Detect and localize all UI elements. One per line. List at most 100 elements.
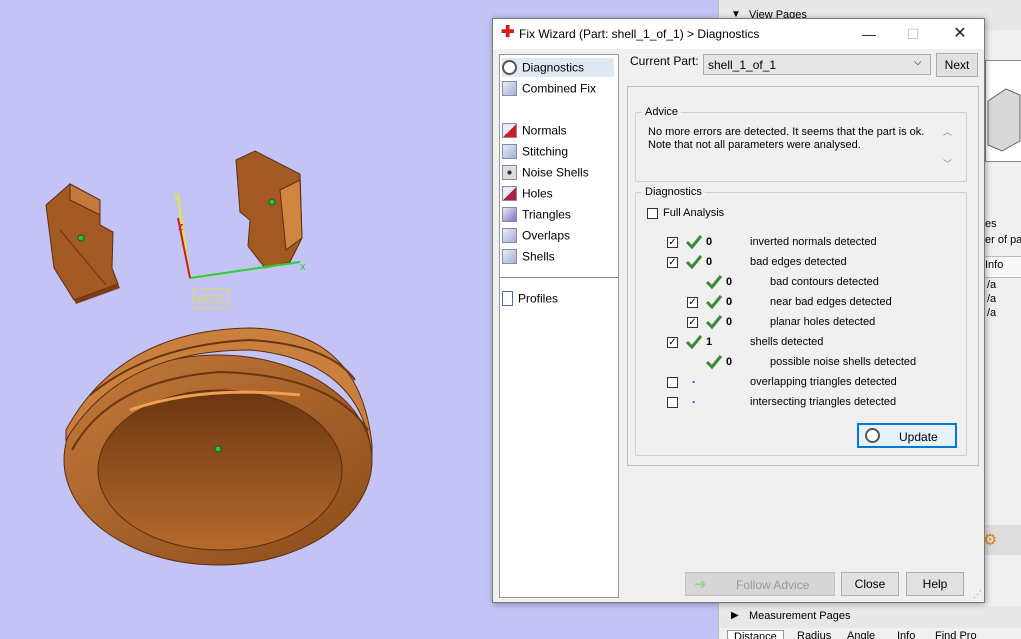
measurement-pages-header[interactable]: ▶ Measurement Pages	[719, 606, 1021, 628]
nav-normals[interactable]: Normals	[502, 121, 614, 140]
combined-fix-icon	[502, 81, 517, 97]
part-piece-left[interactable]	[45, 183, 120, 304]
checkmark-icon	[705, 275, 723, 290]
count-planar-holes: 0	[726, 316, 733, 328]
stitching-icon	[502, 144, 517, 160]
checkmark-icon	[685, 255, 703, 270]
follow-advice-button[interactable]: ➜ Follow Advice	[685, 572, 835, 596]
shells-icon	[502, 249, 517, 265]
scroll-up-icon[interactable]: ︿	[943, 125, 952, 138]
advice-text-line-2: Note that not all parameters were analys…	[648, 139, 861, 151]
panel-text-er: er of pa	[985, 234, 1021, 246]
expand-arrow-icon[interactable]: ▶	[731, 610, 739, 621]
scroll-down-icon[interactable]: ﹀	[943, 157, 952, 170]
check-shells[interactable]: ✓	[667, 337, 678, 348]
wcs-label: WCS	[195, 292, 223, 306]
tab-info[interactable]: Info	[897, 630, 915, 639]
tab-find-pro[interactable]: Find Pro	[935, 630, 977, 639]
check-inverted-normals[interactable]: ✓	[667, 237, 678, 248]
label-planar-holes: planar holes detected	[770, 316, 876, 328]
resize-grip-icon[interactable]: ⋰	[973, 589, 982, 600]
nav-divider	[500, 277, 618, 278]
axis-z-label: z	[178, 221, 184, 233]
na-value-1: /a	[987, 279, 997, 291]
pending-dot-icon: ·	[692, 395, 696, 409]
checkmark-icon	[705, 355, 723, 370]
checkmark-icon	[705, 295, 723, 310]
maximize-button[interactable]: ☐	[891, 19, 935, 49]
full-analysis-checkbox[interactable]	[647, 208, 658, 219]
title-bar[interactable]: ✚ Fix Wizard (Part: shell_1_of_1) > Diag…	[493, 19, 984, 49]
axis-x-label: x	[300, 261, 306, 273]
measurement-tabs: Distance Radius Angle Info Find Pro	[725, 628, 1021, 639]
panel-text-es: es	[985, 218, 997, 230]
nav-noise-shells[interactable]: Noise Shells	[502, 163, 614, 182]
check-intersecting-triangles[interactable]	[667, 397, 678, 408]
nav-holes[interactable]: Holes	[502, 184, 614, 203]
cube-icon	[987, 88, 1021, 152]
normals-icon	[502, 123, 517, 139]
na-value-3: /a	[987, 307, 997, 319]
noise-shells-icon	[502, 165, 517, 181]
count-noise-shells: 0	[726, 356, 733, 368]
nav-shells[interactable]: Shells	[502, 247, 614, 266]
label-intersecting-triangles: intersecting triangles detected	[750, 396, 897, 408]
tab-radius[interactable]: Radius	[797, 630, 831, 639]
magnifier-icon	[502, 60, 517, 76]
nav-stitching[interactable]: Stitching	[502, 142, 614, 161]
nav-overlaps[interactable]: Overlaps	[502, 226, 614, 245]
update-label: Update	[899, 430, 938, 444]
count-near-bad-edges: 0	[726, 296, 733, 308]
count-bad-edges: 0	[706, 256, 713, 268]
triangles-icon	[502, 207, 517, 223]
full-analysis-label: Full Analysis	[663, 207, 725, 219]
checkmark-icon	[705, 315, 723, 330]
info-column-header: Info	[985, 259, 1004, 271]
label-shells: shells detected	[750, 336, 824, 348]
label-near-bad-edges: near bad edges detected	[770, 296, 892, 308]
tab-distance[interactable]: Distance	[727, 630, 784, 639]
check-near-bad-edges[interactable]: ✓	[687, 297, 698, 308]
advice-scrollbar[interactable]: ︿ ﹀	[941, 125, 955, 171]
part-ring[interactable]	[63, 327, 373, 566]
checkmark-icon	[685, 335, 703, 350]
part-piece-right[interactable]	[235, 150, 303, 269]
tab-angle[interactable]: Angle	[847, 630, 875, 639]
close-window-button[interactable]: ✕	[938, 19, 982, 49]
label-bad-contours: bad contours detected	[770, 276, 879, 288]
help-button[interactable]: Help	[906, 572, 964, 596]
close-button[interactable]: Close	[841, 572, 899, 596]
minimize-button[interactable]: —	[847, 19, 891, 49]
red-cross-icon: ✚	[501, 24, 515, 41]
measurement-pages-label: Measurement Pages	[749, 610, 851, 622]
nav-profiles[interactable]: Profiles	[502, 289, 614, 308]
check-bad-edges[interactable]: ✓	[667, 257, 678, 268]
arrow-right-icon: ➜	[694, 576, 707, 593]
current-part-label: Current Part:	[630, 54, 699, 68]
label-inverted-normals: inverted normals detected	[750, 236, 877, 248]
current-part-select[interactable]: shell_1_of_1 ⌵	[703, 54, 931, 75]
count-shells: 1	[706, 336, 713, 348]
diagnostics-title: Diagnostics	[642, 186, 705, 198]
view-cube[interactable]	[985, 60, 1021, 162]
next-button[interactable]: Next	[936, 53, 978, 77]
nav-triangles[interactable]: Triangles	[502, 205, 614, 224]
nav-panel: Diagnostics Combined Fix Normals Stitchi…	[499, 54, 619, 598]
check-planar-holes[interactable]: ✓	[687, 317, 698, 328]
label-overlapping-triangles: overlapping triangles detected	[750, 376, 897, 388]
overlaps-icon	[502, 228, 517, 244]
check-overlapping-triangles[interactable]	[667, 377, 678, 388]
holes-icon	[502, 186, 517, 202]
update-button[interactable]: Update	[857, 423, 957, 448]
tool-icon[interactable]: ⚙	[983, 530, 997, 550]
fix-wizard-dialog: ✚ Fix Wizard (Part: shell_1_of_1) > Diag…	[492, 18, 985, 603]
follow-advice-label: Follow Advice	[736, 578, 810, 592]
label-noise-shells: possible noise shells detected	[770, 356, 917, 368]
dialog-title: Fix Wizard (Part: shell_1_of_1) > Diagno…	[519, 27, 760, 41]
advice-text-line-1: No more errors are detected. It seems th…	[648, 126, 925, 138]
nav-diagnostics[interactable]: Diagnostics	[502, 58, 614, 77]
magnifier-icon	[865, 428, 880, 443]
axis-y-label: y	[174, 189, 180, 201]
nav-combined-fix[interactable]: Combined Fix	[502, 79, 614, 98]
label-bad-edges: bad edges detected	[750, 256, 847, 268]
